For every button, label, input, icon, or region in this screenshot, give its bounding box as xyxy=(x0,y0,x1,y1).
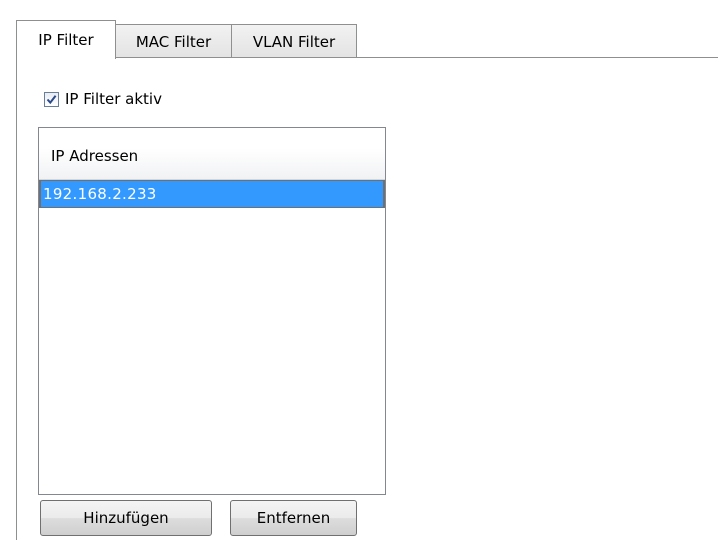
ip-filter-active-checkbox[interactable] xyxy=(44,91,59,107)
tab-ip-filter[interactable]: IP Filter xyxy=(16,20,116,59)
tab-mac-filter-label: MAC Filter xyxy=(135,32,212,51)
checkmark-icon xyxy=(46,94,57,104)
list-column-header-label: IP Adressen xyxy=(51,147,139,165)
list-column-header[interactable]: IP Adressen xyxy=(39,128,385,180)
tab-ip-filter-label: IP Filter xyxy=(38,31,94,49)
tab-vlan-filter[interactable]: VLAN Filter xyxy=(231,24,357,58)
remove-button[interactable]: Entfernen xyxy=(230,500,357,536)
tab-mac-filter[interactable]: MAC Filter xyxy=(115,24,232,58)
ip-filter-active-toggle[interactable]: IP Filter aktiv xyxy=(44,90,162,108)
ip-address-list[interactable]: IP Adressen 192.168.2.233 xyxy=(38,127,386,495)
add-button[interactable]: Hinzufügen xyxy=(40,500,212,536)
list-item[interactable]: 192.168.2.233 xyxy=(39,180,385,208)
tab-vlan-filter-label: VLAN Filter xyxy=(252,32,336,51)
ip-filter-active-label: IP Filter aktiv xyxy=(65,90,162,108)
